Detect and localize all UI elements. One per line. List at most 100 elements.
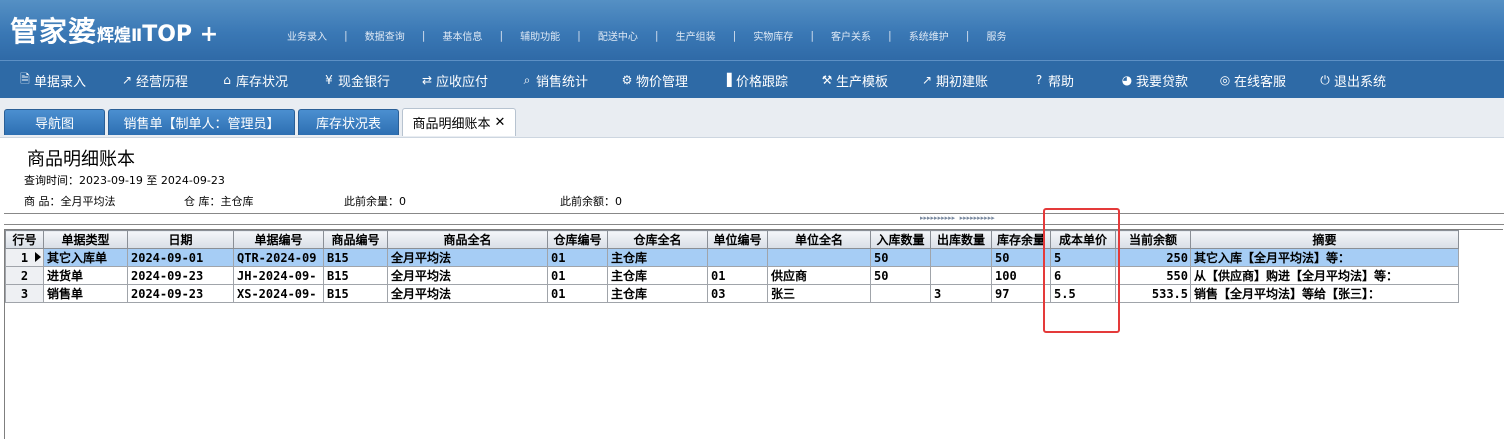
close-icon[interactable]: ✕ — [495, 115, 506, 130]
table-cell[interactable]: 50 — [870, 266, 931, 285]
table-cell[interactable]: 97 — [991, 284, 1051, 303]
table-cell[interactable]: 全月平均法 — [387, 248, 548, 267]
table-cell[interactable]: 533.5 — [1115, 284, 1191, 303]
toolbar-button-8[interactable]: ▐ 价格跟踪 — [720, 61, 788, 99]
table-cell[interactable]: 100 — [991, 266, 1051, 285]
tab-navigation[interactable]: 导航图 — [4, 109, 105, 135]
table-cell[interactable]: 从【供应商】购进【全月平均法】等： — [1190, 266, 1459, 285]
top-menu-item[interactable]: 辅助功能 — [503, 28, 577, 43]
column-header[interactable]: 单位全名 — [767, 230, 871, 249]
toolbar-button-1[interactable]: 🗎 单据录入 — [18, 61, 86, 99]
table-cell[interactable]: 销售【全月平均法】等给【张三】： — [1190, 284, 1459, 303]
column-header[interactable]: 单位编号 — [707, 230, 768, 249]
table-cell[interactable]: QTR-2024-09 — [233, 248, 324, 267]
table-cell[interactable]: 2024-09-23 — [127, 284, 234, 303]
column-header[interactable]: 当前余额 — [1115, 230, 1191, 249]
table-cell[interactable]: 其它入库【全月平均法】等： — [1190, 248, 1459, 267]
table-cell[interactable]: 50 — [870, 248, 931, 267]
table-row[interactable]: 1 其它入库单 2024-09-01 QTR-2024-09 B15 全月平均法 01 主仓库… — [5, 248, 1459, 267]
column-header[interactable]: 仓库编号 — [547, 230, 608, 249]
table-row[interactable]: 3 销售单 2024-09-23 XS-2024-09- B15 全月平均法 01 主仓库 03… — [5, 284, 1459, 303]
table-cell[interactable]: 01 — [547, 266, 608, 285]
table-cell[interactable]: JH-2024-09- — [233, 266, 324, 285]
table-cell[interactable] — [870, 284, 931, 303]
toolbar-button-9[interactable]: ⚒ 生产模板 — [820, 61, 888, 99]
column-header[interactable]: 行号 — [5, 230, 44, 249]
table-cell[interactable]: 进货单 — [43, 266, 128, 285]
top-menu-item[interactable]: 业务录入 — [270, 28, 344, 43]
table-cell[interactable]: 01 — [707, 266, 768, 285]
top-menu-item[interactable]: 系统维护 — [892, 28, 966, 43]
table-cell[interactable] — [930, 266, 992, 285]
column-header[interactable]: 商品全名 — [387, 230, 548, 249]
tab-product-ledger[interactable]: 商品明细账本 ✕ — [402, 108, 516, 136]
top-menu-item[interactable]: 生产组装 — [659, 28, 733, 43]
toolbar-button-10[interactable]: ↗ 期初建账 — [920, 61, 988, 99]
table-cell[interactable] — [930, 248, 992, 267]
column-header[interactable]: 成本单价 — [1050, 230, 1116, 249]
bar-chart-icon: ▐ — [722, 73, 732, 87]
top-menu-item[interactable]: 数据查询 — [348, 28, 422, 43]
table-cell[interactable]: 其它入库单 — [43, 248, 128, 267]
column-header[interactable]: 库存余量 — [991, 230, 1051, 249]
column-header[interactable]: 出库数量 — [930, 230, 992, 249]
column-header[interactable]: 入库数量 — [870, 230, 931, 249]
table-cell[interactable]: 主仓库 — [607, 266, 708, 285]
table-cell[interactable]: 供应商 — [767, 266, 871, 285]
query-time: 查询时间：2023-09-19 至 2024-09-23 — [24, 174, 225, 187]
table-cell[interactable] — [707, 248, 768, 267]
table-cell[interactable]: 主仓库 — [607, 284, 708, 303]
table-cell[interactable]: B15 — [323, 248, 388, 267]
toolbar-button-4[interactable]: ¥ 现金银行 — [322, 61, 390, 99]
top-menu-item[interactable]: 配送中心 — [581, 28, 655, 43]
tab-sales-order[interactable]: 销售单【制单人：管理员】 — [108, 109, 295, 135]
toolbar-button-2[interactable]: ↗ 经营历程 — [120, 61, 188, 99]
table-cell[interactable]: 5.5 — [1050, 284, 1116, 303]
column-header[interactable]: 单据类型 — [43, 230, 128, 249]
tab-inventory-status[interactable]: 库存状况表 — [298, 109, 399, 135]
row-number[interactable]: 2 — [5, 266, 44, 285]
table-cell[interactable]: 主仓库 — [607, 248, 708, 267]
table-cell[interactable]: XS-2024-09- — [233, 284, 324, 303]
toolbar-button-12[interactable]: ◕ 我要贷款 — [1120, 61, 1188, 99]
table-cell[interactable]: 50 — [991, 248, 1051, 267]
top-menu-item[interactable]: 客户关系 — [814, 28, 888, 43]
table-cell[interactable]: 03 — [707, 284, 768, 303]
table-cell[interactable]: 全月平均法 — [387, 266, 548, 285]
table-cell[interactable]: 550 — [1115, 266, 1191, 285]
table-row[interactable]: 2 进货单 2024-09-23 JH-2024-09- B15 全月平均法 01 主仓库 01… — [5, 266, 1459, 285]
column-header[interactable]: 摘要 — [1190, 230, 1459, 249]
table-cell[interactable]: B15 — [323, 284, 388, 303]
toolbar-button-13[interactable]: ◎ 在线客服 — [1218, 61, 1286, 99]
table-cell[interactable]: 01 — [547, 284, 608, 303]
splitter-grip-icon[interactable]: ▸▸▸▸▸▸▸▸▸▸ ▸▸▸▸▸▸▸▸▸▸ — [920, 214, 995, 222]
table-cell[interactable] — [767, 248, 871, 267]
table-cell[interactable]: 6 — [1050, 266, 1116, 285]
toolbar-button-7[interactable]: ⚙ 物价管理 — [620, 61, 688, 99]
column-header[interactable]: 仓库全名 — [607, 230, 708, 249]
row-number[interactable]: 1 — [5, 248, 44, 267]
toolbar-button-11[interactable]: ? 帮助 — [1032, 61, 1074, 99]
table-cell[interactable]: 2024-09-23 — [127, 266, 234, 285]
table-cell[interactable]: 全月平均法 — [387, 284, 548, 303]
table-cell[interactable]: 张三 — [767, 284, 871, 303]
table-cell[interactable]: 250 — [1115, 248, 1191, 267]
row-number[interactable]: 3 — [5, 284, 44, 303]
top-menu-item[interactable]: 实物库存 — [736, 28, 810, 43]
column-header[interactable]: 日期 — [127, 230, 234, 249]
table-cell[interactable]: 5 — [1050, 248, 1116, 267]
table-cell[interactable]: 01 — [547, 248, 608, 267]
table-cell[interactable]: 2024-09-01 — [127, 248, 234, 267]
table-cell[interactable]: B15 — [323, 266, 388, 285]
column-header[interactable]: 单据编号 — [233, 230, 324, 249]
toolbar-button-5[interactable]: ⇄ 应收应付 — [420, 61, 488, 99]
toolbar-button-3[interactable]: ⌂ 库存状况 — [220, 61, 288, 99]
column-header[interactable]: 商品编号 — [323, 230, 388, 249]
toolbar-button-label: 应收应付 — [436, 74, 489, 90]
table-cell[interactable]: 3 — [930, 284, 992, 303]
top-menu-item[interactable]: 服务 — [969, 28, 1023, 43]
toolbar-button-14[interactable]: ⏻ 退出系统 — [1318, 61, 1386, 99]
toolbar-button-6[interactable]: ⌕ 销售统计 — [520, 61, 588, 99]
top-menu-item[interactable]: 基本信息 — [425, 28, 499, 43]
table-cell[interactable]: 销售单 — [43, 284, 128, 303]
